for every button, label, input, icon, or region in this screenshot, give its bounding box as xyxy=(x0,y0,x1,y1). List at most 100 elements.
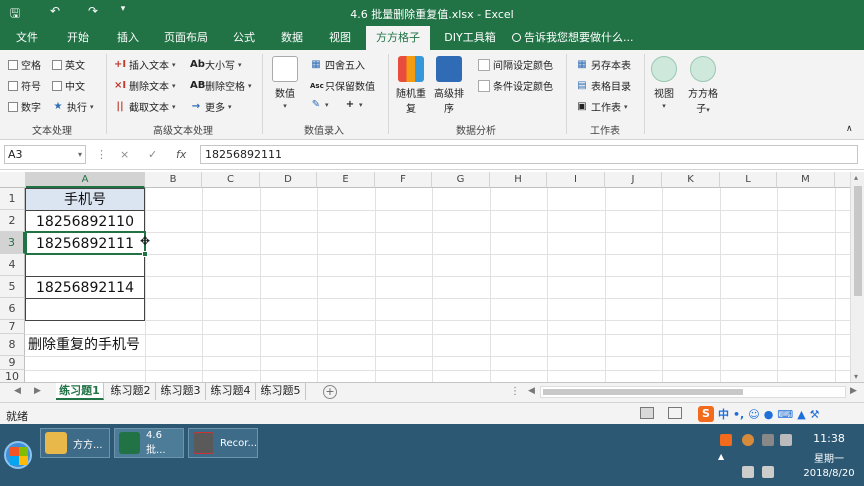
row-header-5[interactable]: 5 xyxy=(0,276,25,298)
tab-fangfang[interactable]: 方方格子 xyxy=(366,26,430,50)
vertical-scrollbar[interactable]: ▴ ▾ xyxy=(850,172,864,382)
ime-language[interactable]: 中 xyxy=(718,406,729,422)
row-header-1[interactable]: 1 xyxy=(0,188,25,210)
normal-view-icon[interactable] xyxy=(640,407,654,419)
network-tray-icon[interactable] xyxy=(762,434,774,446)
checkbox-number[interactable]: 数字 xyxy=(8,99,41,114)
windows-start-icon[interactable] xyxy=(4,441,32,469)
emoji-icon[interactable]: ☺ xyxy=(748,408,759,421)
tab-home[interactable]: 开始 xyxy=(56,26,100,50)
delete-space-button[interactable]: AB 删除空格 ▾ xyxy=(190,78,252,94)
add-dropdown[interactable]: + ▾ xyxy=(344,99,363,111)
cell-a8[interactable]: 删除重复的手机号 xyxy=(28,335,140,355)
taskbar-item-recorder[interactable]: Recor... xyxy=(188,428,258,458)
add-sheet-button[interactable]: + xyxy=(323,385,337,399)
taskbar-item-excel[interactable]: 4.6 批... xyxy=(114,428,184,458)
scroll-up-icon[interactable]: ▴ xyxy=(854,173,858,182)
extract-text-button[interactable]: || 截取文本 ▾ xyxy=(114,99,175,115)
cancel-icon[interactable]: × xyxy=(120,148,129,161)
sheet-tab-1[interactable]: 练习题1 xyxy=(56,383,104,400)
tab-data[interactable]: 数据 xyxy=(272,26,312,50)
tell-me-search[interactable]: 告诉我您想要做什么... xyxy=(512,26,634,50)
advanced-sort-button[interactable]: 高级排序 xyxy=(432,56,466,115)
hscroll-thumb[interactable] xyxy=(543,389,743,395)
worksheet-button[interactable]: ▣ 工作表 ▾ xyxy=(576,99,627,115)
edit-dropdown[interactable]: ✎ ▾ xyxy=(310,99,329,111)
collapse-ribbon-icon[interactable]: ∧ xyxy=(846,124,853,134)
row-header-3[interactable]: 3 xyxy=(0,232,25,254)
volume-icon[interactable] xyxy=(780,434,792,446)
column-header-b[interactable]: B xyxy=(145,172,202,188)
fill-handle[interactable] xyxy=(142,251,148,257)
checkbox-symbol[interactable]: 符号 xyxy=(8,78,41,93)
insert-function-icon[interactable]: fx xyxy=(176,148,186,161)
column-header-g[interactable]: G xyxy=(432,172,490,188)
sheet-prev-icon[interactable]: ◀ xyxy=(14,386,21,396)
checkbox-chinese[interactable]: 中文 xyxy=(52,78,85,93)
insert-text-button[interactable]: +I 插入文本 ▾ xyxy=(114,57,176,73)
clock-time[interactable]: 11:38 xyxy=(800,432,858,445)
table-directory-button[interactable]: ▤ 表格目录 xyxy=(576,78,631,94)
row-header-8[interactable]: 8 xyxy=(0,334,25,356)
tab-formulas[interactable]: 公式 xyxy=(222,26,266,50)
sogou-tray-icon[interactable] xyxy=(720,434,732,446)
row-header-2[interactable]: 2 xyxy=(0,210,25,232)
fangfang-button[interactable]: 方方格子▾ xyxy=(686,56,720,115)
horizontal-scrollbar[interactable] xyxy=(540,386,846,398)
cell-a6[interactable] xyxy=(26,300,144,320)
cell-a4[interactable] xyxy=(26,256,144,276)
sheet-next-icon[interactable]: ▶ xyxy=(34,386,41,396)
column-header-e[interactable]: E xyxy=(317,172,375,188)
sheet-tab-5[interactable]: 练习题5 xyxy=(256,383,306,400)
execute-button[interactable]: ★ 执行 ▾ xyxy=(52,99,94,115)
row-header-9[interactable]: 9 xyxy=(0,356,25,370)
random-repeat-button[interactable]: 随机重复 xyxy=(394,56,428,115)
column-header-h[interactable]: H xyxy=(490,172,547,188)
shirt-icon[interactable]: ▲ xyxy=(797,408,805,421)
column-header-f[interactable]: F xyxy=(375,172,432,188)
tab-file[interactable]: 文件 xyxy=(6,26,48,50)
interval-color-button[interactable]: 间隔设定颜色 xyxy=(478,57,553,72)
sheet-tab-4[interactable]: 练习题4 xyxy=(206,383,256,400)
keep-values-button[interactable]: Asc 只保留数值 xyxy=(310,78,375,94)
punctuation-icon[interactable]: •, xyxy=(733,408,744,421)
active-cell-selection[interactable] xyxy=(25,231,148,257)
row-header-7[interactable]: 7 xyxy=(0,320,25,334)
hscroll-right-icon[interactable]: ▶ xyxy=(850,386,857,396)
round-button[interactable]: ▦ 四舍五入 xyxy=(310,57,365,73)
taskbar-item-explorer[interactable]: 方方... xyxy=(40,428,110,458)
row-header-10[interactable]: 10 xyxy=(0,370,25,382)
cell-a1[interactable]: 手机号 xyxy=(26,190,144,210)
tab-insert[interactable]: 插入 xyxy=(106,26,150,50)
checkbox-english[interactable]: 英文 xyxy=(52,57,85,72)
scroll-thumb[interactable] xyxy=(854,186,862,296)
ime-toolbar[interactable]: S 中 •, ☺ ● ⌨ ▲ ⚒ xyxy=(698,405,820,423)
row-header-4[interactable]: 4 xyxy=(0,254,25,276)
tray-expand-icon[interactable]: ▲ xyxy=(718,452,724,461)
save-sheet-button[interactable]: ▦ 另存本表 xyxy=(576,57,631,73)
wrench-icon[interactable]: ⚒ xyxy=(810,408,820,421)
formula-input[interactable]: 18256892111 xyxy=(200,145,858,164)
view-button[interactable]: 视图 ▾ xyxy=(648,56,680,111)
hscroll-left-icon[interactable]: ◀ xyxy=(528,386,535,396)
select-all-corner[interactable] xyxy=(0,172,26,188)
speaker-tray-icon[interactable] xyxy=(742,466,754,478)
column-header-j[interactable]: J xyxy=(605,172,662,188)
cell-a2[interactable]: 18256892110 xyxy=(26,212,144,232)
sogou-ime-icon[interactable]: S xyxy=(698,406,714,422)
page-layout-view-icon[interactable] xyxy=(668,407,682,419)
condition-color-button[interactable]: 条件设定颜色 xyxy=(478,78,553,93)
name-box[interactable]: A3 ▾ xyxy=(4,145,86,164)
sheet-tab-2[interactable]: 练习题2 xyxy=(106,383,156,400)
microphone-icon[interactable]: ● xyxy=(764,408,774,421)
column-header-l[interactable]: L xyxy=(720,172,777,188)
keyboard-icon[interactable]: ⌨ xyxy=(777,408,793,421)
tab-view[interactable]: 视图 xyxy=(320,26,360,50)
column-header-a[interactable]: A xyxy=(26,172,145,188)
value-button[interactable]: 数值 ▾ xyxy=(270,56,300,111)
tab-diy-toolbox[interactable]: DIY工具箱 xyxy=(438,26,502,50)
column-header-k[interactable]: K xyxy=(662,172,720,188)
column-header-i[interactable]: I xyxy=(547,172,605,188)
cell-a5[interactable]: 18256892114 xyxy=(26,278,144,298)
column-header-c[interactable]: C xyxy=(202,172,260,188)
